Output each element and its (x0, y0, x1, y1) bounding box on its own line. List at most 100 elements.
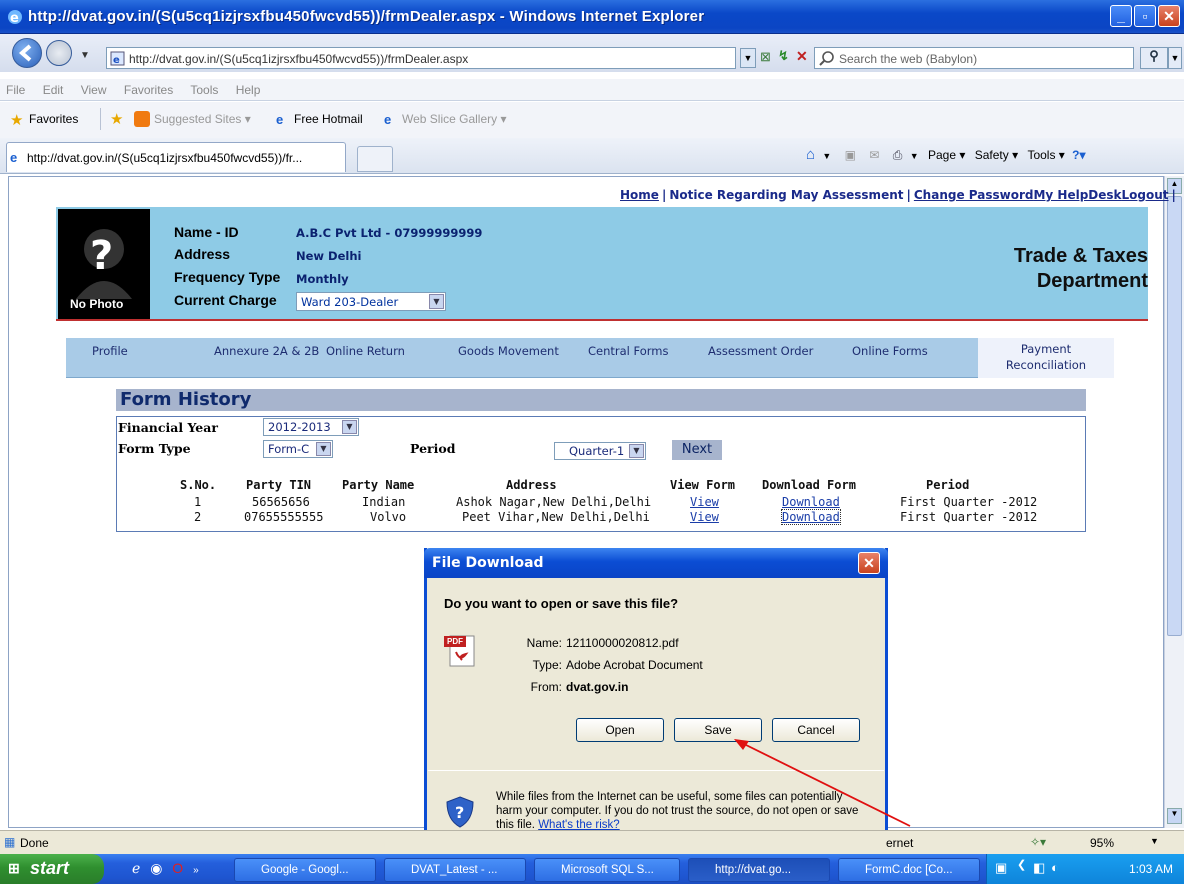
refresh-icon[interactable]: ↯ (778, 48, 789, 64)
vertical-scrollbar[interactable]: ▲ ▼ (1164, 176, 1184, 828)
scroll-down-icon[interactable]: ▼ (1167, 808, 1182, 824)
helpdesk-link[interactable]: My HelpDesk (1033, 188, 1121, 202)
menu-help[interactable]: Help (236, 83, 261, 97)
tray-expand-icon[interactable]: ❮ (1017, 858, 1026, 871)
view-form-link[interactable]: View (690, 510, 719, 524)
chevron-down-icon: ▼ (316, 442, 331, 456)
column-header: Address (506, 478, 557, 492)
forward-button[interactable] (46, 40, 72, 66)
more-quicklaunch-icon[interactable]: » (193, 865, 199, 876)
back-button[interactable] (12, 38, 42, 68)
frequency-label: Frequency Type (174, 269, 281, 285)
zoom-level[interactable]: 95% (1090, 836, 1114, 850)
windows-logo-icon: ⊞ (8, 860, 20, 876)
home-icon[interactable]: ⌂ (806, 146, 815, 163)
chevron-down-icon: ▼ (342, 420, 357, 434)
taskbar-item-dvat[interactable]: DVAT_Latest - ... (384, 858, 526, 882)
taskbar-item-word[interactable]: FormC.doc [Co... (838, 858, 980, 882)
web-slice-gallery-link[interactable]: Web Slice Gallery ▾ (402, 112, 507, 126)
address-text: http://dvat.gov.in/(S(u5cq1izjrsxfbu450f… (129, 52, 469, 66)
firefox-quicklaunch-icon[interactable]: ◉ (150, 860, 162, 876)
command-bar: ⌂ ▼ ▣ ✉ ⎙ ▼ Page ▾ Safety ▾ Tools ▾ ?▾ (806, 146, 1086, 163)
period-label: Period (410, 441, 456, 456)
opera-quicklaunch-icon[interactable]: O (172, 860, 183, 876)
help-icon[interactable]: ?▾ (1072, 148, 1085, 162)
ie-page-icon: e (384, 112, 392, 127)
minimize-button[interactable]: _ (1110, 5, 1132, 27)
current-charge-select[interactable]: Ward 203-Dealer ▼ (296, 292, 446, 311)
top-links: Home | Notice Regarding May Assessment | Cha… (620, 188, 1176, 202)
nav-central-forms[interactable]: Central Forms (588, 344, 669, 358)
file-name-label: Name: (526, 636, 562, 650)
nav-payment-reconciliation[interactable]: Payment Reconciliation (978, 338, 1114, 378)
menu-tools[interactable]: Tools (190, 83, 218, 97)
protected-mode-icon[interactable]: ✧▾ (1030, 835, 1046, 849)
close-window-button[interactable]: ✕ (1158, 5, 1180, 27)
page-menu[interactable]: Page ▾ (928, 148, 965, 162)
tools-menu[interactable]: Tools ▾ (1027, 148, 1064, 162)
safety-menu[interactable]: Safety ▾ (975, 148, 1018, 162)
compatibility-icon[interactable]: ⊠ (760, 49, 771, 65)
tray-network-icon[interactable]: ◧ (1033, 860, 1045, 876)
nav-assessment-order[interactable]: Assessment Order (708, 344, 813, 358)
next-button[interactable]: Next (672, 440, 722, 460)
menu-favorites[interactable]: Favorites (124, 83, 173, 97)
table-row: 2 07655555555 Volvo Peet Vihar,New Delhi… (194, 509, 1038, 525)
menu-edit[interactable]: Edit (43, 83, 64, 97)
browser-tab-active[interactable]: e http://dvat.gov.in/(S(u5cq1izjrsxfbu45… (6, 142, 346, 172)
column-header: Party TIN (246, 478, 312, 492)
search-go-button[interactable]: ⚲ (1140, 47, 1168, 69)
view-form-link[interactable]: View (690, 495, 719, 509)
change-password-link[interactable]: Change Password (914, 188, 1034, 202)
address-bar[interactable]: e http://dvat.gov.in/(S(u5cq1izjrsxfbu45… (106, 47, 736, 69)
mail-icon[interactable]: ✉ (869, 148, 879, 162)
clock: 1:03 AM (1129, 862, 1174, 876)
taskbar-item-sql[interactable]: Microsoft SQL S... (534, 858, 680, 882)
status-bar: ▦ Done ernet ✧▾ 95% ▼ (0, 830, 1184, 854)
stop-icon[interactable]: ✕ (796, 48, 808, 65)
scroll-thumb[interactable] (1167, 196, 1182, 636)
history-dropdown-icon[interactable]: ▼ (80, 50, 90, 61)
menu-view[interactable]: View (81, 83, 107, 97)
nav-annexure[interactable]: Annexure 2A & 2B (214, 344, 319, 358)
taskbar-item-chrome[interactable]: Google - Googl... (234, 858, 376, 882)
tray-volume-icon[interactable]: ◐ (1051, 860, 1059, 875)
add-favorite-icon[interactable]: ★ (110, 110, 123, 128)
dialog-title-bar: File Download (424, 548, 888, 578)
menu-file[interactable]: File (6, 83, 25, 97)
logout-link[interactable]: Logout (1122, 188, 1169, 202)
dialog-close-button[interactable]: ✕ (858, 552, 880, 574)
download-form-link[interactable]: Download (781, 509, 841, 525)
print-icon[interactable]: ⎙ (893, 148, 903, 162)
ie-quicklaunch-icon[interactable]: ℯ (132, 860, 140, 876)
nav-online-return[interactable]: Online Return (326, 344, 405, 358)
free-hotmail-link[interactable]: Free Hotmail (294, 112, 363, 126)
file-type-label: Type: (532, 658, 562, 672)
suggested-sites-link[interactable]: Suggested Sites ▾ (154, 112, 251, 126)
charge-label: Current Charge (174, 292, 277, 308)
notice-link[interactable]: Notice Regarding May Assessment (669, 188, 903, 202)
search-box[interactable]: Search the web (Babylon) (814, 47, 1134, 69)
svg-text:?: ? (455, 803, 464, 822)
home-link[interactable]: Home (620, 188, 659, 202)
taskbar-item-ie-active[interactable]: http://dvat.go... (688, 858, 830, 882)
zoom-dropdown-icon[interactable]: ▼ (1150, 836, 1159, 846)
nav-profile[interactable]: Profile (92, 344, 128, 358)
separator (100, 108, 101, 130)
nav-goods-movement[interactable]: Goods Movement (458, 344, 559, 358)
favorites-button[interactable]: Favorites (29, 112, 78, 126)
form-type-select[interactable]: Form-C ▼ (263, 440, 333, 458)
start-button[interactable]: ⊞ start (0, 854, 104, 884)
tray-app-icon[interactable]: ▣ (995, 860, 1007, 876)
feeds-icon[interactable]: ▣ (845, 148, 856, 162)
download-form-link[interactable]: Download (782, 495, 840, 509)
open-button[interactable]: Open (576, 718, 664, 742)
new-tab-button[interactable] (357, 146, 393, 172)
financial-year-select[interactable]: 2012-2013 ▼ (263, 418, 359, 436)
search-options-icon[interactable]: ▼ (1168, 47, 1182, 69)
ie-page-icon: e (10, 150, 18, 165)
address-dropdown-icon[interactable]: ▼ (740, 48, 756, 68)
period-select[interactable]: Quarter-1 ▼ (554, 442, 646, 460)
maximize-button[interactable]: ▫ (1134, 5, 1156, 27)
nav-online-forms[interactable]: Online Forms (852, 344, 928, 358)
